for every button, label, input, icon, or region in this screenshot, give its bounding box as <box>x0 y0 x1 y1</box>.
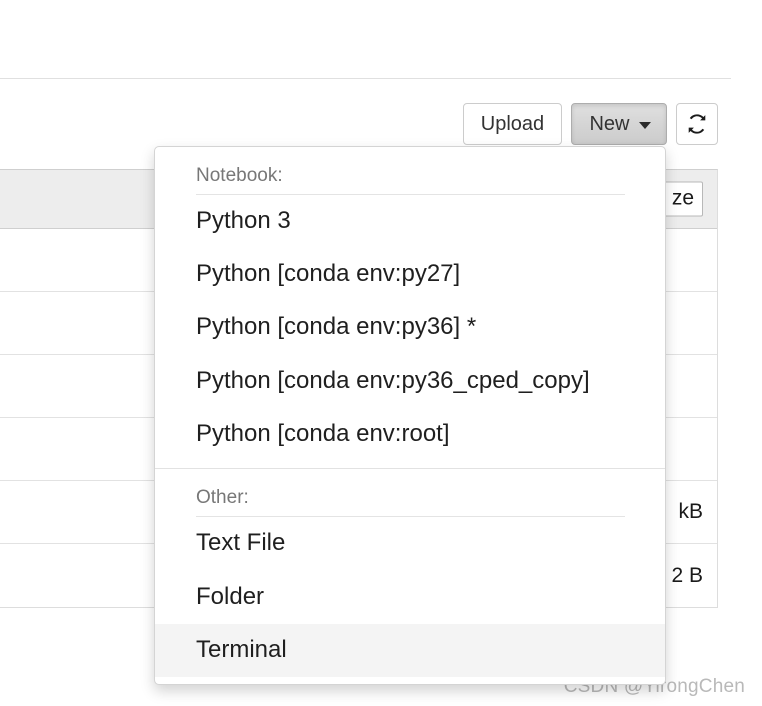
menu-item-terminal[interactable]: Terminal <box>155 624 665 677</box>
refresh-icon <box>686 113 708 135</box>
upload-button[interactable]: Upload <box>463 103 562 145</box>
menu-item-text-file[interactable]: Text File <box>155 517 665 570</box>
file-size: kB <box>678 500 703 524</box>
menu-item-python-conda-py36[interactable]: Python [conda env:py36] * <box>155 301 665 354</box>
dropdown-section-notebook: Notebook: Python 3 Python [conda env:py2… <box>155 153 665 461</box>
size-column-header[interactable]: ze <box>663 182 703 217</box>
caret-down-icon <box>639 122 651 129</box>
new-button-label: New <box>589 114 629 134</box>
header-divider <box>0 78 731 79</box>
menu-item-python-conda-root[interactable]: Python [conda env:root] <box>155 408 665 461</box>
file-actions-toolbar: Upload New <box>463 103 718 145</box>
dropdown-section-header: Other: <box>155 475 665 516</box>
menu-item-python-conda-py27[interactable]: Python [conda env:py27] <box>155 248 665 301</box>
menu-item-python-conda-py36-cped-copy[interactable]: Python [conda env:py36_cped_copy] <box>155 355 665 408</box>
dropdown-section-header: Notebook: <box>155 153 665 194</box>
file-size: 2 B <box>671 564 703 588</box>
dropdown-section-other: Other: Text File Folder Terminal <box>155 468 665 677</box>
menu-item-folder[interactable]: Folder <box>155 571 665 624</box>
refresh-button[interactable] <box>676 103 718 145</box>
page-root: ze kB 2 B Upload New <box>0 0 762 706</box>
new-button[interactable]: New <box>571 103 667 145</box>
menu-item-python-3[interactable]: Python 3 <box>155 195 665 248</box>
new-dropdown-menu: Notebook: Python 3 Python [conda env:py2… <box>154 146 666 685</box>
